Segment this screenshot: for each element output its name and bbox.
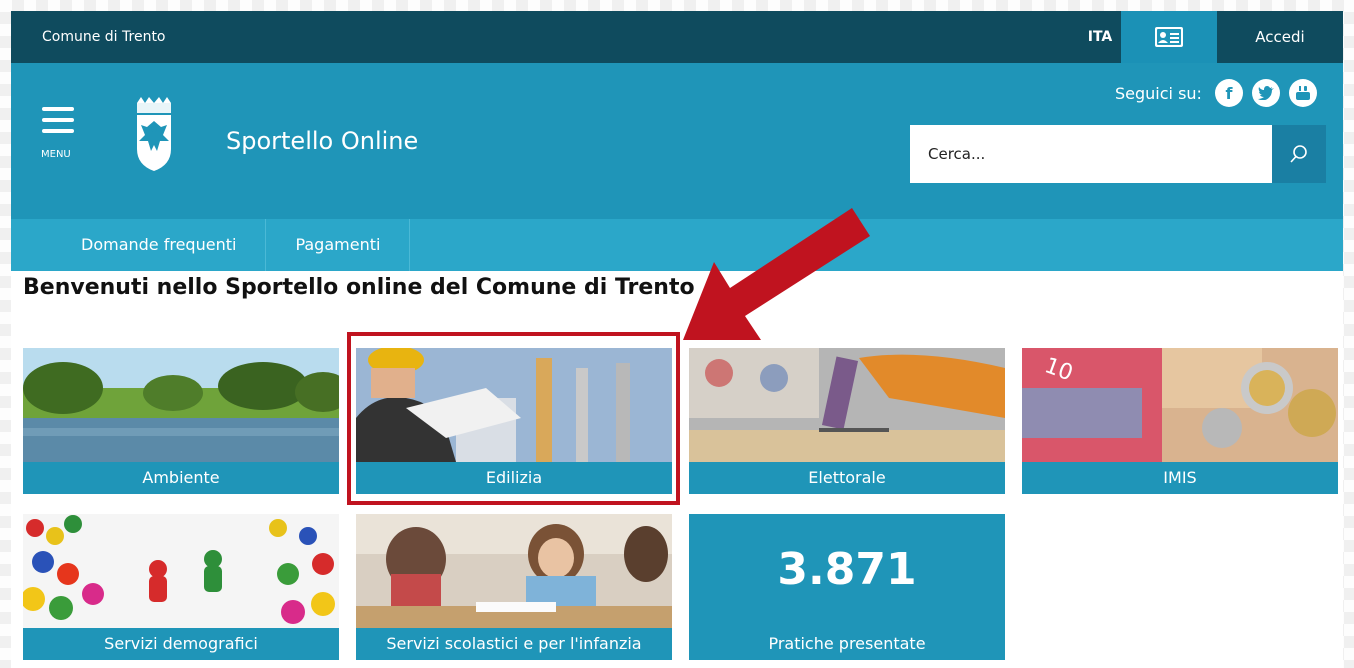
stat-label: Pratiche presentate (689, 628, 1005, 660)
tile-image (23, 514, 339, 628)
tile-image: 10 (1022, 348, 1338, 462)
tile-image (689, 348, 1005, 462)
login-button[interactable]: Accedi (1217, 11, 1343, 63)
facebook-icon[interactable]: f (1214, 79, 1243, 107)
tile-elettorale[interactable]: Elettorale (689, 348, 1005, 494)
tile-image (23, 348, 339, 462)
top-bar: Comune di Trento ITA Accedi (11, 11, 1343, 63)
site-title[interactable]: Sportello Online (226, 127, 418, 155)
page-heading: Benvenuti nello Sportello online del Com… (23, 275, 695, 300)
tile-image (356, 514, 672, 628)
tile-imis[interactable]: 10 IMIS (1022, 348, 1338, 494)
twitter-icon[interactable] (1251, 79, 1280, 107)
youtube-icon[interactable] (1288, 79, 1317, 107)
tile-ambiente[interactable]: Ambiente (23, 348, 339, 494)
search-icon (1290, 145, 1307, 163)
tile-label: IMIS (1022, 462, 1338, 494)
tile-servizi-demografici[interactable]: Servizi demografici (23, 514, 339, 660)
social-links: Seguici su: f (1115, 79, 1317, 107)
tile-label: Servizi scolastici e per l'infanzia (356, 628, 672, 660)
menu-button[interactable]: MENU (39, 107, 79, 167)
tile-label: Elettorale (689, 462, 1005, 494)
stat-value: 3.871 (777, 544, 917, 595)
stat-tile: 3.871 Pratiche presentate (689, 514, 1005, 660)
tile-label: Ambiente (23, 462, 339, 494)
id-card-button[interactable] (1121, 11, 1217, 63)
site-name-link[interactable]: Comune di Trento (42, 11, 166, 63)
nav-item-faq[interactable]: Domande frequenti (11, 219, 267, 271)
follow-label: Seguici su: (1115, 83, 1202, 103)
search-box (910, 125, 1326, 183)
header: MENU Sportello Online Seguici su: f (11, 63, 1343, 219)
edilizia-highlight-box (347, 332, 680, 505)
search-button[interactable] (1272, 125, 1326, 183)
coat-of-arms-logo[interactable] (133, 97, 175, 173)
tile-servizi-scolastici[interactable]: Servizi scolastici e per l'infanzia (356, 514, 672, 660)
tile-label: Servizi demografici (23, 628, 339, 660)
language-selector[interactable]: ITA (1079, 11, 1121, 63)
nav-item-payments[interactable]: Pagamenti (266, 219, 411, 271)
page: Comune di Trento ITA Accedi MENU Sportel… (11, 11, 1343, 668)
main-nav: Domande frequenti Pagamenti (11, 219, 1343, 271)
search-input[interactable] (910, 125, 1272, 183)
menu-label: MENU (41, 149, 71, 160)
id-card-icon (1155, 27, 1183, 47)
